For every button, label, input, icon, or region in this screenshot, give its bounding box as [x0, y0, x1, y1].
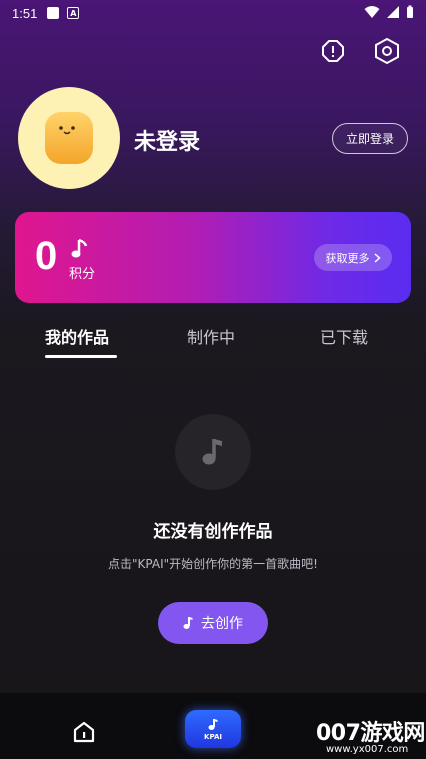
watermark-logo: 007游戏网 [316, 721, 425, 746]
tab-downloaded[interactable]: 已下载 [320, 324, 368, 348]
avatar[interactable] [18, 87, 120, 189]
status-icons [364, 5, 414, 19]
signal-icon [387, 6, 399, 18]
empty-state-title: 还没有创作作品 [153, 522, 273, 542]
status-time: 1:51 [12, 5, 38, 21]
alert-circle-icon[interactable] [318, 36, 348, 66]
wifi-icon [364, 6, 380, 18]
tab-my-works[interactable]: 我的作品 [45, 324, 109, 348]
music-note-icon [183, 617, 193, 629]
nav-kpai-button[interactable]: KPAI [185, 710, 241, 748]
active-tab-indicator [45, 355, 117, 358]
watermark-url: www.yx007.com [326, 744, 409, 755]
create-button[interactable]: 去创作 [158, 602, 268, 644]
home-icon[interactable] [71, 719, 97, 745]
settings-icon[interactable] [372, 36, 402, 66]
get-more-label: 获取更多 [325, 251, 370, 265]
notification-icon [47, 7, 60, 19]
tofu-avatar-icon [45, 112, 93, 164]
login-button[interactable]: 立即登录 [332, 123, 408, 154]
nav-kpai-label: KPAI [204, 732, 222, 741]
create-button-label: 去创作 [201, 616, 243, 632]
empty-state-subtitle: 点击"KPAI"开始创作你的第一首歌曲吧! [108, 557, 318, 571]
username: 未登录 [134, 130, 201, 155]
tab-in-progress[interactable]: 制作中 [187, 324, 235, 348]
get-more-button[interactable]: 获取更多 [314, 244, 392, 271]
music-note-icon [71, 238, 89, 264]
points-card: 0 积分 获取更多 [15, 212, 411, 303]
app-badge-icon: A [67, 7, 80, 19]
battery-icon [407, 5, 413, 18]
music-note-icon [202, 439, 222, 465]
status-bar: 1:51 A [0, 0, 426, 26]
points-value: 0 [35, 234, 58, 278]
music-note-icon [208, 718, 218, 730]
empty-state-icon [175, 414, 251, 490]
points-label: 积分 [69, 267, 96, 282]
profile-screen: 1:51 A 未登录 立即登录 0 积分 获取更多 我的作品 制作中 已下载 还… [0, 0, 426, 759]
chevron-right-icon [374, 252, 381, 263]
